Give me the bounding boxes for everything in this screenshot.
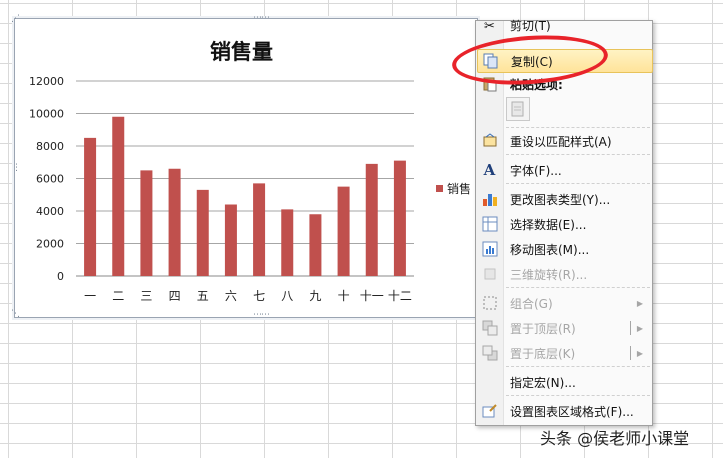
menu-item-label: 移动图表(M)... — [510, 242, 590, 257]
y-tick-label: 6000 — [36, 173, 64, 186]
menu-item-assign-macro[interactable]: 指定宏(N)... — [477, 371, 651, 393]
x-tick-label: 五 — [197, 289, 209, 303]
menu-item-font[interactable]: A 字体(F)... — [477, 159, 651, 181]
menu-item-label: 置于顶层(R) — [510, 321, 576, 336]
select-data-icon — [481, 216, 498, 232]
bar-2 — [112, 116, 125, 276]
legend[interactable]: 销售 — [436, 180, 471, 197]
y-tick-label: 4000 — [36, 205, 64, 218]
gridlines — [76, 80, 414, 277]
menu-separator — [506, 183, 650, 184]
x-tick-label: 四 — [169, 289, 181, 303]
legend-swatch — [436, 185, 443, 192]
menu-item-label: 选择数据(E)... — [510, 217, 587, 232]
x-tick-label: 八 — [281, 289, 293, 303]
menu-item-reset-style[interactable]: 重设以匹配样式(A) — [477, 130, 651, 152]
bar-10 — [337, 186, 350, 276]
bar-3 — [140, 170, 153, 276]
x-tick-label: 十二 — [388, 289, 412, 303]
y-tick-label: 8000 — [36, 140, 64, 153]
menu-item-change-chart-type[interactable]: 更改图表类型(Y)... — [477, 188, 651, 210]
submenu-arrow-icon: ▶ — [636, 323, 643, 333]
menu-item-send-to-back[interactable]: 置于底层(K) ▶ — [477, 342, 651, 364]
menu-item-label: 设置图表区域格式(F)... — [510, 404, 634, 419]
menu-item-3d-rotation[interactable]: 三维旋转(R)... — [477, 263, 651, 285]
y-tick-label: 12000 — [29, 75, 64, 88]
paste-document-icon — [511, 101, 524, 117]
bar-7 — [253, 183, 266, 276]
y-tick-label: 0 — [57, 270, 64, 283]
watermark: 头条 @侯老师小课堂 — [540, 429, 690, 448]
menu-item-label: 指定宏(N)... — [510, 375, 576, 390]
y-tick-label: 2000 — [36, 238, 64, 251]
menu-item-label: 字体(F)... — [510, 163, 562, 178]
paste-option-button[interactable] — [506, 97, 530, 121]
x-tick-label: 九 — [309, 289, 321, 303]
x-tick-label: 十一 — [360, 289, 384, 303]
bar-4 — [168, 168, 181, 276]
move-chart-icon — [481, 241, 498, 257]
x-tick-label: 三 — [140, 289, 152, 303]
x-axis-ticks: 一 二 三 四 五 六 七 八 九 十十一 十二 — [84, 289, 412, 303]
bar-8 — [281, 209, 294, 276]
chart-type-icon — [481, 191, 498, 207]
bar-9 — [309, 214, 322, 276]
bar-1 — [84, 137, 97, 276]
menu-item-format-chart-area[interactable]: 设置图表区域格式(F)... — [477, 400, 651, 422]
font-icon: A — [483, 161, 496, 179]
menu-separator — [506, 287, 650, 288]
send-back-icon — [481, 345, 498, 361]
reset-style-icon — [481, 133, 498, 149]
x-tick-label: 十 — [338, 289, 350, 303]
menu-item-select-data[interactable]: 选择数据(E)... — [477, 213, 651, 235]
split-divider — [630, 346, 631, 360]
menu-item-label: 更改图表类型(Y)... — [510, 192, 611, 207]
menu-item-group[interactable]: 组合(G) ▶ — [477, 292, 651, 314]
bring-front-icon — [481, 320, 498, 336]
menu-separator — [506, 366, 650, 367]
submenu-arrow-icon: ▶ — [636, 348, 643, 358]
submenu-arrow-icon: ▶ — [636, 298, 643, 308]
menu-item-cut[interactable]: ✂ 剪切(T) — [477, 15, 651, 34]
menu-separator — [506, 154, 650, 155]
legend-label: 销售 — [447, 182, 472, 196]
menu-item-label: 重设以匹配样式(A) — [510, 134, 612, 149]
bar-6 — [224, 204, 237, 276]
menu-item-label: 置于底层(K) — [510, 346, 576, 361]
scissors-icon: ✂ — [484, 18, 495, 34]
x-tick-label: 一 — [84, 289, 96, 303]
rotate-3d-icon — [481, 266, 498, 282]
x-tick-label: 七 — [253, 289, 265, 303]
bar-series — [84, 116, 406, 276]
x-tick-label: 二 — [112, 289, 124, 303]
y-tick-label: 10000 — [29, 108, 64, 121]
group-icon — [481, 295, 498, 311]
split-divider — [630, 321, 631, 335]
menu-item-bring-to-front[interactable]: 置于顶层(R) ▶ — [477, 317, 651, 339]
bar-11 — [365, 163, 378, 276]
x-tick-label: 六 — [225, 289, 237, 303]
bar-5 — [196, 189, 209, 276]
y-axis-ticks: 0 2000 4000 6000 8000 10000 12000 — [29, 75, 64, 283]
menu-item-label: 组合(G) — [510, 296, 553, 311]
menu-item-move-chart[interactable]: 移动图表(M)... — [477, 238, 651, 260]
menu-item-label: 三维旋转(R)... — [510, 267, 588, 282]
bar-12 — [393, 160, 406, 276]
menu-separator — [506, 395, 650, 396]
menu-separator — [506, 127, 650, 128]
format-area-icon — [481, 403, 498, 419]
menu-item-label: 剪切(T) — [510, 19, 551, 33]
